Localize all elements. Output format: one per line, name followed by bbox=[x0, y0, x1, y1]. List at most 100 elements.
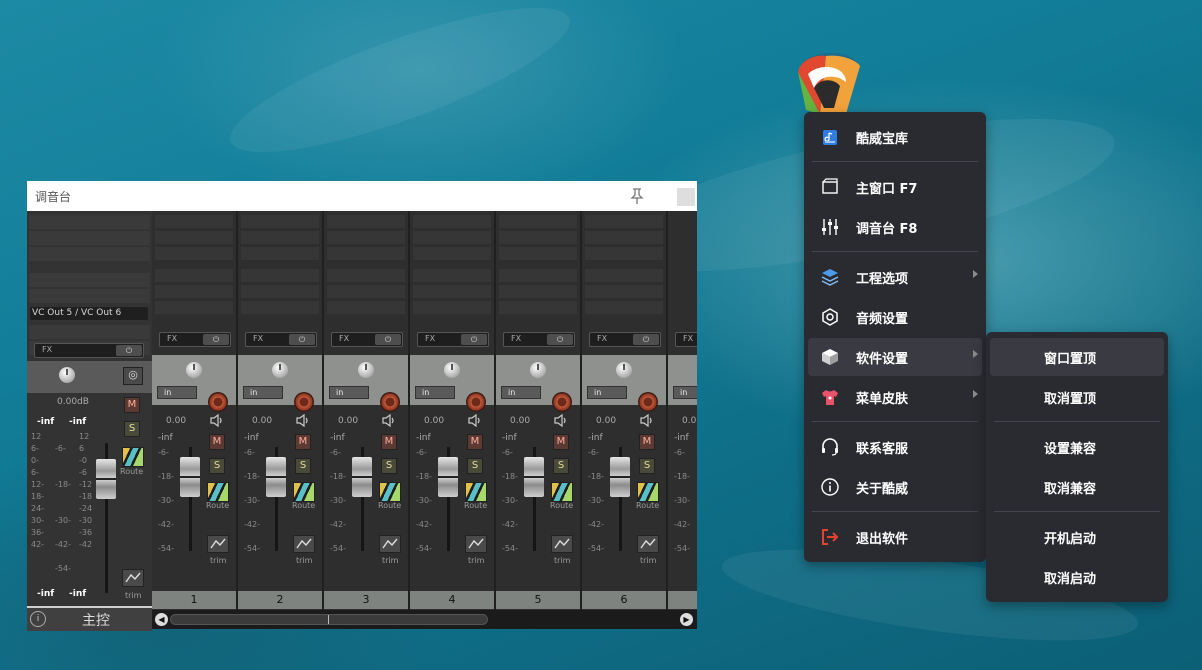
channel-mute-button[interactable]: M bbox=[381, 434, 397, 450]
fx-slot[interactable] bbox=[585, 231, 663, 244]
fx-slot[interactable] bbox=[413, 215, 491, 228]
channel-fader[interactable] bbox=[438, 457, 458, 497]
channel-pan-knob[interactable] bbox=[186, 362, 202, 378]
channel-solo-button[interactable]: S bbox=[381, 458, 397, 474]
channel-solo-button[interactable]: S bbox=[553, 458, 569, 474]
channel-input-select[interactable]: in bbox=[329, 386, 369, 399]
channel-pan-knob[interactable] bbox=[616, 362, 632, 378]
master-fader[interactable] bbox=[96, 459, 116, 499]
fx-slot[interactable] bbox=[241, 301, 319, 314]
channel-input-select[interactable]: in bbox=[501, 386, 541, 399]
fx-slot[interactable] bbox=[499, 231, 577, 244]
channel-route-icon[interactable] bbox=[551, 482, 573, 502]
fx-slot[interactable] bbox=[155, 215, 233, 228]
fx-slot[interactable] bbox=[585, 247, 663, 260]
speaker-icon[interactable] bbox=[296, 414, 310, 427]
submenu-item-unpin-window[interactable]: 取消置顶 bbox=[990, 378, 1164, 416]
record-arm-button[interactable] bbox=[380, 392, 400, 412]
fx-slot[interactable] bbox=[413, 285, 491, 298]
fx-slot[interactable] bbox=[241, 285, 319, 298]
reaper-app-icon[interactable] bbox=[790, 44, 866, 120]
scroll-left-icon[interactable]: ◀ bbox=[155, 613, 168, 626]
channel-fader[interactable] bbox=[180, 457, 200, 497]
speaker-icon[interactable] bbox=[554, 414, 568, 427]
master-trim-button[interactable] bbox=[122, 569, 144, 587]
speaker-icon[interactable] bbox=[210, 414, 224, 427]
master-io-route[interactable]: VC Out 5 / VC Out 6 bbox=[30, 307, 148, 320]
fx-slot[interactable] bbox=[155, 269, 233, 282]
fx-slot[interactable] bbox=[155, 285, 233, 298]
master-fx-slot[interactable] bbox=[29, 231, 150, 245]
fx-slot[interactable] bbox=[241, 269, 319, 282]
record-arm-button[interactable] bbox=[294, 392, 314, 412]
fx-slot[interactable] bbox=[585, 215, 663, 228]
power-icon[interactable]: ⏻ bbox=[461, 334, 487, 345]
scroll-right-icon[interactable]: ▶ bbox=[680, 613, 693, 626]
channel-solo-button[interactable]: S bbox=[639, 458, 655, 474]
channel-route-icon[interactable] bbox=[379, 482, 401, 502]
channel-route-icon[interactable] bbox=[637, 482, 659, 502]
speaker-icon[interactable] bbox=[382, 414, 396, 427]
power-icon[interactable]: ⏻ bbox=[547, 334, 573, 345]
submenu-item-set-compat[interactable]: 设置兼容 bbox=[990, 428, 1164, 466]
channel-solo-button[interactable]: S bbox=[209, 458, 225, 474]
record-arm-button[interactable] bbox=[208, 392, 228, 412]
speaker-icon[interactable] bbox=[640, 414, 654, 427]
menu-item-kuwei-library[interactable]: 酷威宝库 bbox=[808, 118, 982, 156]
fx-slot[interactable] bbox=[155, 231, 233, 244]
channel-route-icon[interactable] bbox=[293, 482, 315, 502]
channel-fx-button[interactable]: FX ⏻ bbox=[245, 332, 317, 347]
channel-mute-button[interactable]: M bbox=[553, 434, 569, 450]
power-icon[interactable]: ⏻ bbox=[203, 334, 229, 345]
fx-slot[interactable] bbox=[327, 247, 405, 260]
menu-item-mixer[interactable]: 调音台 F8 bbox=[808, 208, 982, 246]
master-mute-button[interactable]: M bbox=[124, 397, 140, 413]
menu-item-main-window[interactable]: 主窗口 F7 bbox=[808, 168, 982, 206]
channel-mute-button[interactable]: M bbox=[639, 434, 655, 450]
channel-number[interactable]: 5 bbox=[496, 591, 580, 609]
master-fx-slot[interactable] bbox=[29, 247, 150, 261]
fx-slot[interactable] bbox=[327, 215, 405, 228]
channel-fader[interactable] bbox=[352, 457, 372, 497]
channel-input-select[interactable]: in bbox=[415, 386, 455, 399]
fx-slot[interactable] bbox=[413, 247, 491, 260]
channel-trim-button[interactable] bbox=[379, 535, 401, 553]
close-button[interactable] bbox=[677, 188, 695, 206]
fx-slot[interactable] bbox=[499, 285, 577, 298]
channel-fader[interactable] bbox=[266, 457, 286, 497]
submenu-item-cancel-autostart[interactable]: 取消启动 bbox=[990, 558, 1164, 596]
power-icon[interactable]: ⏻ bbox=[116, 345, 142, 356]
master-fx-slot[interactable] bbox=[29, 273, 150, 287]
fx-slot[interactable] bbox=[585, 301, 663, 314]
channel-mute-button[interactable]: M bbox=[295, 434, 311, 450]
fx-slot[interactable] bbox=[241, 231, 319, 244]
channel-trim-button[interactable] bbox=[551, 535, 573, 553]
channel-pan-knob[interactable] bbox=[444, 362, 460, 378]
channel-fx-button[interactable]: FX bbox=[675, 332, 697, 347]
channel-mute-button[interactable]: M bbox=[209, 434, 225, 450]
channel-solo-button[interactable]: S bbox=[467, 458, 483, 474]
mixer-titlebar[interactable]: 调音台 bbox=[27, 181, 697, 211]
menu-item-contact-support[interactable]: 联系客服 bbox=[808, 428, 982, 466]
fx-slot[interactable] bbox=[241, 247, 319, 260]
channel-number[interactable]: 4 bbox=[410, 591, 494, 609]
menu-item-software-settings[interactable]: 软件设置 bbox=[808, 338, 982, 376]
fx-slot[interactable] bbox=[499, 269, 577, 282]
channel-trim-button[interactable] bbox=[293, 535, 315, 553]
menu-item-project-options[interactable]: 工程选项 bbox=[808, 258, 982, 296]
channel-number[interactable]: 2 bbox=[238, 591, 322, 609]
channel-input-select[interactable]: in bbox=[243, 386, 283, 399]
power-icon[interactable]: ⏻ bbox=[289, 334, 315, 345]
menu-item-about[interactable]: 关于酷威 bbox=[808, 468, 982, 506]
pin-icon[interactable] bbox=[627, 186, 647, 206]
fx-slot[interactable] bbox=[155, 247, 233, 260]
fx-slot[interactable] bbox=[499, 215, 577, 228]
channel-number[interactable]: 1 bbox=[152, 591, 236, 609]
channel-input-select[interactable]: in bbox=[157, 386, 197, 399]
channel-pan-knob[interactable] bbox=[272, 362, 288, 378]
master-fx-slot[interactable] bbox=[29, 325, 150, 339]
channel-fx-button[interactable]: FX ⏻ bbox=[503, 332, 575, 347]
fx-slot[interactable] bbox=[241, 215, 319, 228]
channel-trim-button[interactable] bbox=[207, 535, 229, 553]
submenu-item-autostart[interactable]: 开机启动 bbox=[990, 518, 1164, 556]
